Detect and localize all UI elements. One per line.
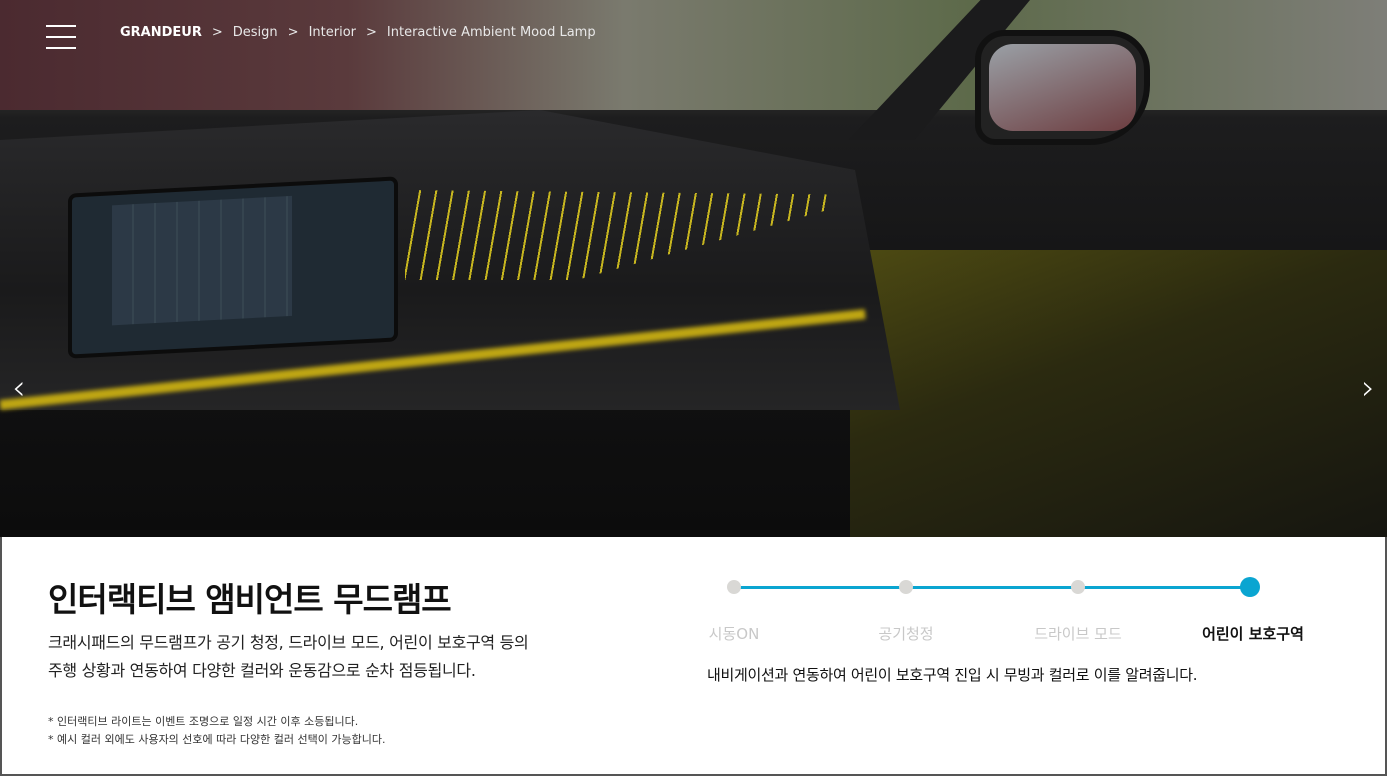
infotainment-screen xyxy=(68,176,398,359)
breadcrumb: GRANDEUR > Design > Interior > Interacti… xyxy=(120,25,596,40)
note: * 인터랙티브 라이트는 이벤트 조명으로 일정 시간 이후 소등됩니다. xyxy=(48,715,359,728)
page-title: 인터랙티브 앰비언트 무드램프 xyxy=(48,580,452,619)
side-mirror xyxy=(975,30,1150,145)
content-panel: 인터랙티브 앰비언트 무드램프 크래시패드의 무드램프가 공기 청정, 드라이브… xyxy=(0,537,1387,776)
breadcrumb-separator: > xyxy=(287,25,299,40)
step-dot-active[interactable] xyxy=(1240,577,1260,597)
step-label[interactable]: 드라이브 모드 xyxy=(1034,623,1122,644)
step-label-active[interactable]: 어린이 보호구역 xyxy=(1202,623,1304,644)
description-line: 주행 상황과 연동하여 다양한 컬러와 운동감으로 순차 점등됩니다. xyxy=(48,661,476,680)
description: 크래시패드의 무드램프가 공기 청정, 드라이브 모드, 어린이 보호구역 등의… xyxy=(48,629,529,685)
breadcrumb-separator: > xyxy=(211,25,223,40)
step-label[interactable]: 공기청정 xyxy=(878,623,933,644)
description-line: 크래시패드의 무드램프가 공기 청정, 드라이브 모드, 어린이 보호구역 등의 xyxy=(48,633,529,652)
notes: * 인터랙티브 라이트는 이벤트 조명으로 일정 시간 이후 소등됩니다. * … xyxy=(48,713,385,749)
note: * 예시 컬러 외에도 사용자의 선호에 따라 다양한 컬러 선택이 가능합니다… xyxy=(48,733,386,746)
door-panel xyxy=(850,250,1387,537)
menu-icon[interactable] xyxy=(46,25,76,49)
step-description: 내비게이션과 연동하여 어린이 보호구역 진입 시 무빙과 컬러로 이를 알려줍… xyxy=(707,666,1198,684)
step-dot[interactable] xyxy=(1071,580,1085,594)
prev-slide-icon[interactable]: ‹ xyxy=(12,368,26,408)
hero-image: GRANDEUR > Design > Interior > Interacti… xyxy=(0,0,1387,537)
step-label[interactable]: 시동ON xyxy=(709,623,760,644)
step-dot[interactable] xyxy=(727,580,741,594)
next-slide-icon[interactable]: › xyxy=(1361,368,1375,408)
breadcrumb-separator: > xyxy=(366,25,377,40)
breadcrumb-item[interactable]: Interior xyxy=(309,25,356,40)
breadcrumb-item: Interactive Ambient Mood Lamp xyxy=(386,25,596,40)
breadcrumb-item[interactable]: Design xyxy=(233,25,278,40)
street-background xyxy=(0,0,1387,110)
step-track xyxy=(734,586,1250,589)
step-dot[interactable] xyxy=(899,580,913,594)
breadcrumb-item[interactable]: GRANDEUR xyxy=(120,25,202,40)
